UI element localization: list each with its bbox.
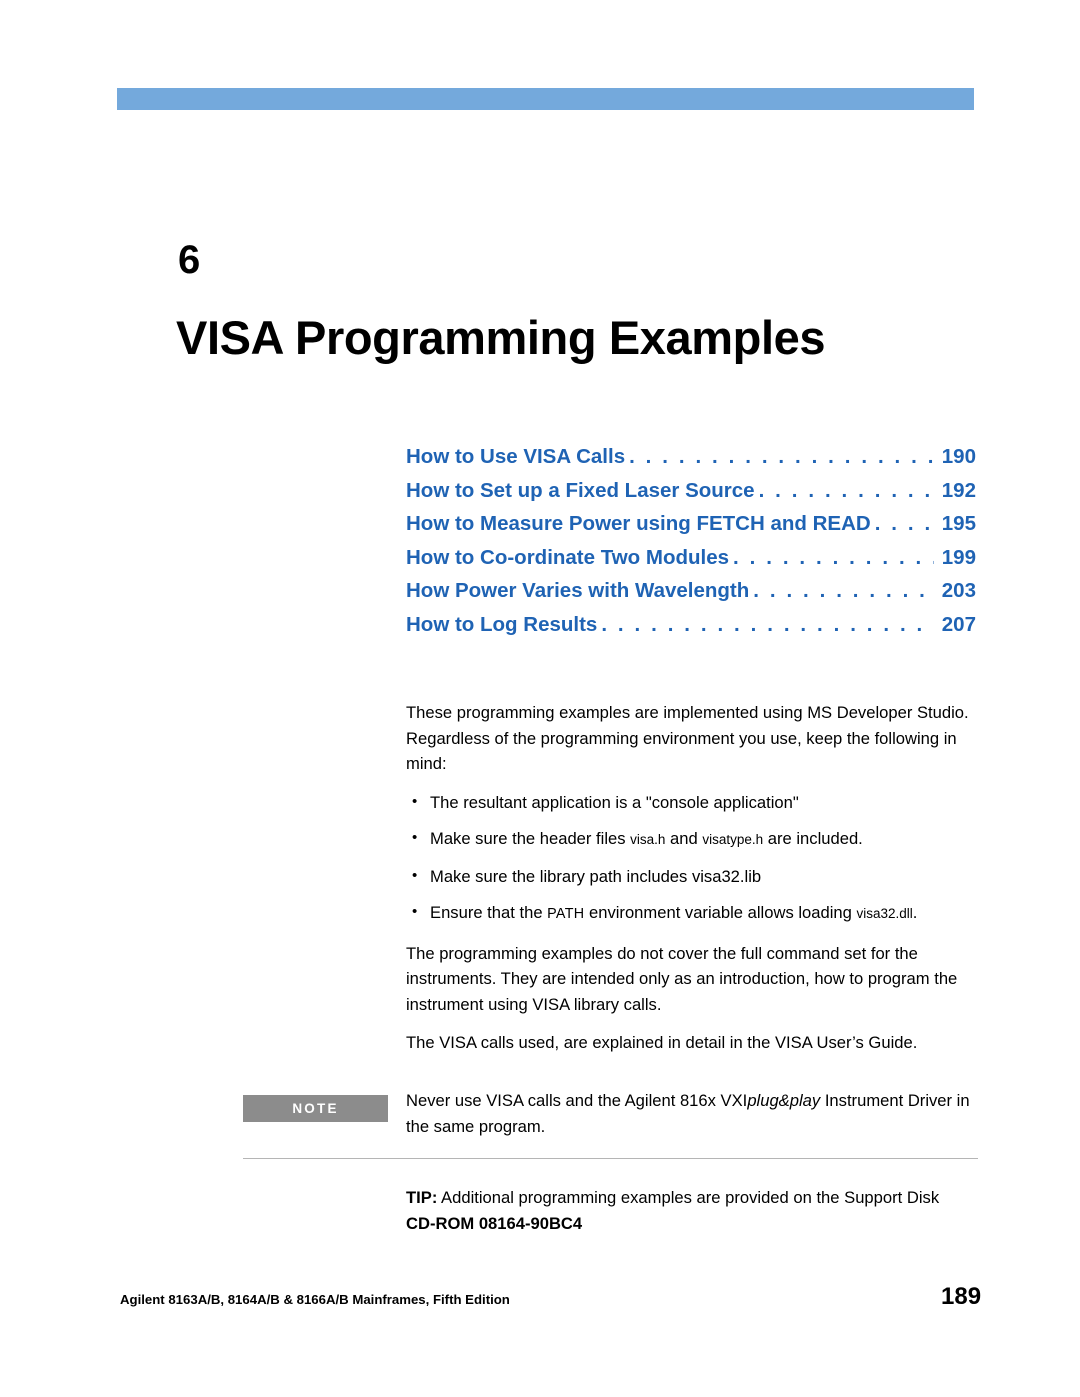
note-text-pre: Never use VISA calls and the Agilent 816…: [406, 1091, 748, 1110]
toc-leader-dots: . . . . . . . . . . . . . . . . . . . . …: [753, 579, 934, 602]
list-item: Make sure the library path includes visa…: [406, 863, 978, 890]
toc-entry[interactable]: How to Co-ordinate Two Modules . . . . .…: [406, 546, 976, 570]
bullet-text-post: are included.: [763, 829, 863, 848]
toc-entry-label: How to Set up a Fixed Laser Source: [406, 478, 755, 502]
toc-entry[interactable]: How to Set up a Fixed Laser Source . . .…: [406, 479, 976, 503]
bullet-text: Make sure the library path includes visa…: [430, 866, 762, 886]
page-title: VISA Programming Examples: [176, 311, 826, 364]
note-text-italic: plug&play: [747, 1091, 821, 1110]
bullet-text-mid: and: [665, 829, 703, 848]
toc-leader-dots: . . . . . . . . . . . . . . . . . . . . …: [733, 545, 934, 569]
intro-paragraph: These programming examples are implement…: [406, 703, 969, 773]
list-item: Ensure that the PATH environment variabl…: [406, 899, 978, 928]
code-path: PATH: [547, 906, 585, 922]
tip-text: Additional programming examples are prov…: [437, 1188, 940, 1207]
tip-line-1: TIP: Additional programming examples are…: [406, 1185, 978, 1211]
toc-entry-label: How to Log Results: [406, 612, 598, 636]
toc-entry-label: How to Co-ordinate Two Modules: [406, 545, 730, 569]
note-badge: NOTE: [243, 1095, 388, 1122]
table-of-contents: How to Use VISA Calls . . . . . . . . . …: [406, 445, 976, 646]
code-visatype-h: visatype.h: [702, 832, 764, 847]
header-accent-bar: [117, 88, 974, 110]
bullet-text-mid: environment variable allows loading: [584, 903, 857, 922]
bullet-text: Make sure the header files: [430, 829, 631, 848]
toc-entry-page: 192: [941, 478, 976, 502]
bullet-text: Ensure that the: [430, 903, 548, 922]
tip-line-2: CD-ROM 08164-90BC4: [406, 1213, 583, 1233]
bullet-text-post: .: [912, 903, 918, 922]
bullet-text: The resultant application is a "console …: [430, 792, 799, 812]
toc-entry-label: How to Use VISA Calls: [406, 445, 626, 468]
toc-entry[interactable]: How Power Varies with Wavelength . . . .…: [406, 579, 976, 603]
toc-leader-dots: . . . . . . . . . . . . . . . . . . . . …: [758, 478, 934, 502]
chapter-number: 6: [178, 238, 201, 282]
toc-entry-label: How Power Varies with Wavelength: [406, 579, 750, 602]
bullet-list: The resultant application is a "console …: [406, 789, 978, 928]
toc-leader-dots: . . . . . . . . . . . . . . . . . . . . …: [601, 612, 934, 636]
toc-leader-dots: . . . . . . . . . . . . . . . . . . . . …: [874, 512, 934, 535]
toc-entry[interactable]: How to Use VISA Calls . . . . . . . . . …: [406, 445, 976, 469]
toc-entry-page: 190: [941, 445, 976, 468]
toc-leader-dots: . . . . . . . . . . . . . . . . . . . . …: [629, 445, 934, 468]
toc-entry-page: 195: [941, 512, 976, 535]
toc-entry-label: How to Measure Power using FETCH and REA…: [406, 512, 871, 535]
body-paragraph-2: The programming examples do not cover th…: [406, 943, 958, 1014]
code-visa32-dll: visa32.dll: [856, 906, 913, 921]
list-item: Make sure the header files visa.h and vi…: [406, 825, 978, 853]
code-visa-h: visa.h: [630, 832, 666, 847]
page: 6 VISA Programming Examples How to Use V…: [0, 0, 1080, 1397]
toc-entry[interactable]: How to Measure Power using FETCH and REA…: [406, 512, 976, 536]
note-text: Never use VISA calls and the Agilent 816…: [406, 1088, 976, 1139]
toc-entry-page: 207: [941, 612, 976, 636]
tip-label: TIP:: [406, 1188, 438, 1207]
note-divider: [243, 1158, 978, 1159]
toc-entry-page: 203: [941, 579, 976, 602]
body-content: These programming examples are implement…: [406, 700, 978, 1069]
tip-block: TIP: Additional programming examples are…: [406, 1185, 978, 1236]
toc-entry-page: 199: [941, 545, 976, 569]
toc-entry[interactable]: How to Log Results . . . . . . . . . . .…: [406, 613, 976, 637]
page-number: 189: [941, 1283, 982, 1310]
body-paragraph-3: The VISA calls used, are explained in de…: [406, 1033, 918, 1052]
list-item: The resultant application is a "console …: [406, 789, 978, 816]
footer-text: Agilent 8163A/B, 8164A/B & 8166A/B Mainf…: [120, 1292, 510, 1307]
